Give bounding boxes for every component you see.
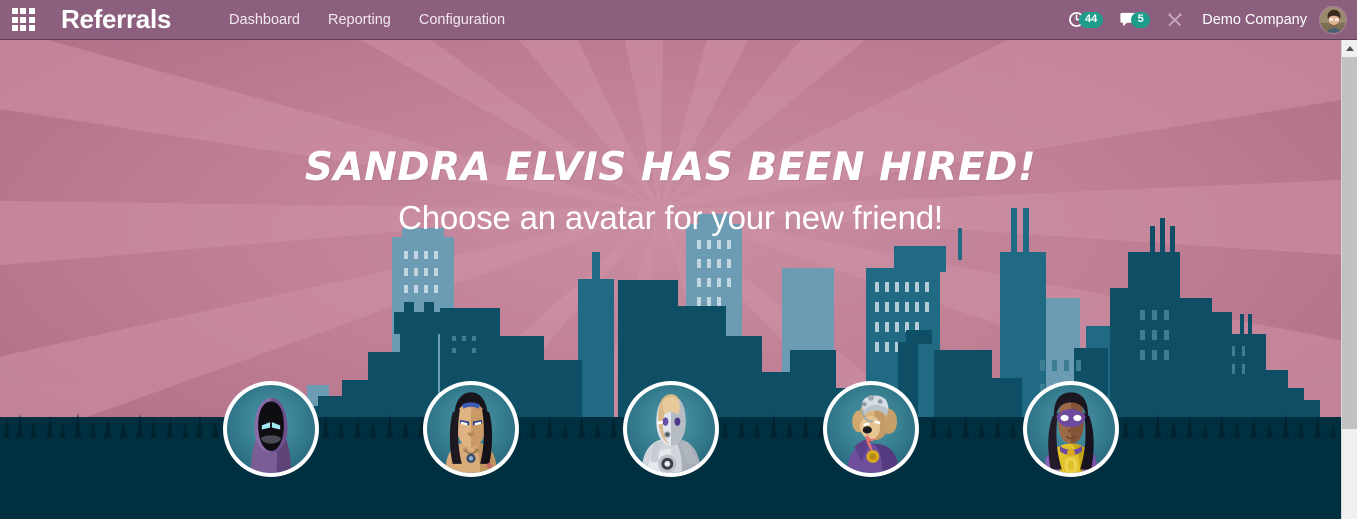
user-avatar[interactable] [1319,5,1347,34]
menu-item-configuration[interactable]: Configuration [405,0,519,40]
wrench-icon [1168,12,1182,26]
apps-grid-icon [11,8,35,31]
scroll-up-arrow[interactable] [1342,40,1357,57]
avatar-choice-row [0,374,1341,484]
masked-heroine-avatar[interactable] [1022,381,1119,477]
messages-count-badge: 5 [1131,11,1151,28]
apps-menu-button[interactable] [0,0,46,40]
activities-count-badge: 44 [1078,11,1104,28]
top-navbar: Referrals Dashboard Reporting Configurat… [0,0,1357,40]
app-brand-title[interactable]: Referrals [61,4,171,35]
referrals-app-window: Referrals Dashboard Reporting Configurat… [0,0,1357,519]
debug-tools-menu[interactable] [1158,0,1192,40]
menu-item-reporting[interactable]: Reporting [314,0,405,40]
messages-menu[interactable]: 5 [1111,0,1158,40]
scrollbar-thumb[interactable] [1342,57,1357,429]
dog-pilot-avatar[interactable] [822,381,919,477]
long-hair-warrior-avatar[interactable] [422,381,519,477]
main-menu: Dashboard Reporting Configuration [215,0,519,40]
vertical-scrollbar[interactable] [1341,40,1357,519]
hooded-assassin-avatar[interactable] [222,381,319,477]
navbar-systray: 44 5 Demo Company [1059,0,1357,40]
hero-banner: Sandra Elvis has been hired! Choose an a… [0,40,1341,519]
robot-avatar[interactable] [622,381,719,477]
company-switcher[interactable]: Demo Company [1192,0,1317,40]
activities-menu[interactable]: 44 [1059,0,1111,40]
menu-item-dashboard[interactable]: Dashboard [215,0,314,40]
